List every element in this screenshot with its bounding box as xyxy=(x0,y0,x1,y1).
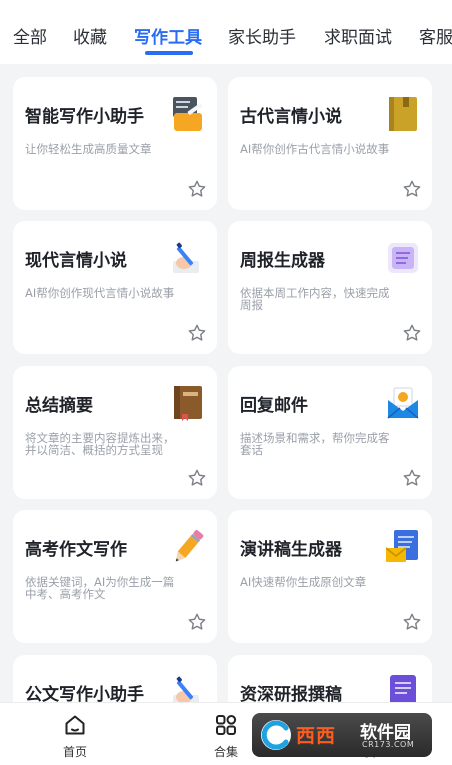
notepad-icon xyxy=(388,243,418,273)
favorite-star-icon[interactable] xyxy=(187,468,207,488)
watermark-logo-icon xyxy=(261,720,291,750)
favorite-star-icon[interactable] xyxy=(402,612,422,632)
tool-card-weekly-report[interactable]: 周报生成器 依据本周工作内容，快速完成周报 xyxy=(228,221,432,354)
home-icon xyxy=(65,715,85,735)
card-description: 依据关键词，AI为你生成一篇中考、高考作文 xyxy=(25,575,175,601)
card-description: AI帮你创作古代言情小说故事 xyxy=(240,142,390,156)
site-watermark: 西西 软件园 CR173.COM xyxy=(252,713,432,757)
favorite-star-icon[interactable] xyxy=(187,323,207,343)
card-description: 描述场景和需求，帮你完成客套话 xyxy=(240,431,390,457)
tool-card-ancient-romance[interactable]: 古代言情小说 AI帮你创作古代言情小说故事 xyxy=(228,77,432,210)
card-description: AI帮你创作现代言情小说故事 xyxy=(25,286,175,300)
tool-card-summary[interactable]: 总结摘要 将文章的主要内容提炼出来，并以简洁、概括的方式呈现 xyxy=(13,366,217,499)
tab-all[interactable]: 全部 xyxy=(13,26,47,50)
nav-home-label: 首页 xyxy=(62,745,87,759)
grid-icon xyxy=(216,715,237,735)
card-title: 回复邮件 xyxy=(240,396,308,416)
pencil-icon xyxy=(175,530,204,562)
tab-favorites[interactable]: 收藏 xyxy=(73,26,107,50)
email-envelope-icon xyxy=(387,387,419,419)
brown-book-icon xyxy=(174,386,202,421)
card-description: AI快速帮你生成原创文章 xyxy=(240,575,367,589)
card-title: 周报生成器 xyxy=(240,251,325,271)
active-tab-indicator xyxy=(145,51,193,55)
ancient-book-icon xyxy=(389,97,417,131)
category-tab-bar: 全部 收藏 写作工具 家长助手 求职面试 客服 xyxy=(0,0,452,64)
card-title: 演讲稿生成器 xyxy=(240,540,342,560)
favorite-star-icon[interactable] xyxy=(187,612,207,632)
card-title: 高考作文写作 xyxy=(25,540,127,560)
tool-card-speech-generator[interactable]: 演讲稿生成器 AI快速帮你生成原创文章 xyxy=(228,510,432,643)
card-title: 智能写作小助手 xyxy=(25,107,144,127)
tool-card-modern-romance[interactable]: 现代言情小说 AI帮你创作现代言情小说故事 xyxy=(13,221,217,354)
card-title: 现代言情小说 xyxy=(25,251,127,271)
favorite-star-icon[interactable] xyxy=(402,179,422,199)
writing-pad-icon xyxy=(173,97,203,131)
tab-parent-assistant[interactable]: 家长助手 xyxy=(228,26,296,50)
favorite-star-icon[interactable] xyxy=(402,468,422,488)
watermark-url: CR173.COM xyxy=(362,740,415,749)
favorite-star-icon[interactable] xyxy=(402,323,422,343)
document-mail-icon xyxy=(386,530,418,562)
tab-customer-service[interactable]: 客服 xyxy=(419,26,452,50)
card-description: 依据本周工作内容，快速完成周报 xyxy=(240,286,390,312)
card-description: 让你轻松生成高质量文章 xyxy=(25,142,152,156)
watermark-brand: 西西 xyxy=(296,725,337,747)
favorite-star-icon[interactable] xyxy=(187,179,207,199)
tool-card-gaokao-essay[interactable]: 高考作文写作 依据关键词，AI为你生成一篇中考、高考作文 xyxy=(13,510,217,643)
card-description: 将文章的主要内容提炼出来，并以简洁、概括的方式呈现 xyxy=(25,431,175,457)
hand-writing-icon xyxy=(173,242,199,273)
tab-writing-tools[interactable]: 写作工具 xyxy=(134,26,202,50)
card-title: 总结摘要 xyxy=(25,396,93,416)
nav-collection[interactable]: 合集 xyxy=(196,713,256,760)
tab-job-interview[interactable]: 求职面试 xyxy=(324,26,392,50)
nav-home[interactable]: 首页 xyxy=(45,713,105,760)
nav-collection-label: 合集 xyxy=(213,745,238,759)
tool-card-smart-writing[interactable]: 智能写作小助手 让你轻松生成高质量文章 xyxy=(13,77,217,210)
card-title: 古代言情小说 xyxy=(240,107,342,127)
tool-card-reply-email[interactable]: 回复邮件 描述场景和需求，帮你完成客套话 xyxy=(228,366,432,499)
